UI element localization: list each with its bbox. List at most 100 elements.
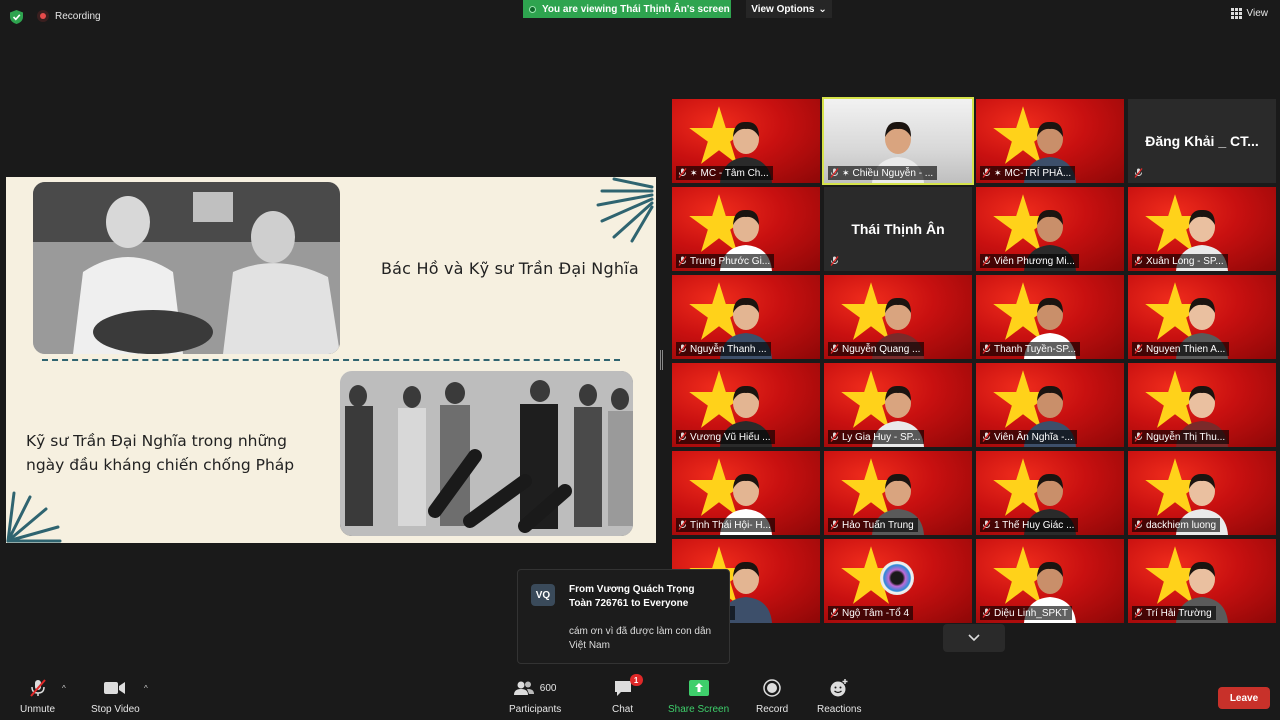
microphone-muted-icon bbox=[678, 256, 687, 266]
smiley-plus-icon bbox=[830, 679, 848, 697]
photo-engineer-early-resistance bbox=[340, 371, 633, 536]
share-screen-label: Share Screen bbox=[668, 704, 730, 715]
video-options-caret-icon[interactable]: ^ bbox=[144, 684, 148, 693]
leave-button[interactable]: Leave bbox=[1218, 687, 1270, 709]
meeting-toolbar: Unmute ^ Stop Video ^ 600 Participants 1… bbox=[0, 670, 1280, 720]
microphone-muted-icon bbox=[29, 679, 46, 697]
stop-video-button[interactable]: Stop Video bbox=[91, 678, 140, 715]
microphone-muted-icon bbox=[830, 256, 839, 266]
participant-name-label bbox=[828, 254, 846, 268]
participant-name: Hảo Tuấn Trung bbox=[842, 519, 914, 531]
participant-tile[interactable]: Ly Gia Huy - SP... bbox=[824, 363, 972, 447]
microphone-muted-icon bbox=[678, 520, 687, 530]
participant-name: 1 Thế Huy Giác ... bbox=[994, 519, 1075, 531]
microphone-muted-icon bbox=[982, 520, 991, 530]
participant-tile[interactable]: Nguyễn Thị Thu... bbox=[1128, 363, 1276, 447]
view-button[interactable]: View bbox=[1230, 8, 1268, 19]
participant-tile[interactable]: Nguyễn Thanh ... bbox=[672, 275, 820, 359]
top-bar: Recording You are viewing Thái Thịnh Ân'… bbox=[0, 0, 1280, 34]
participant-tile[interactable]: Trung Phước Gi... bbox=[672, 187, 820, 271]
recording-icon bbox=[37, 10, 49, 22]
participant-name-label: dackhiem luong bbox=[1132, 518, 1221, 532]
microphone-muted-icon bbox=[678, 344, 687, 354]
chat-button[interactable]: 1 Chat bbox=[612, 674, 643, 715]
participant-name-label: 1 Thế Huy Giác ... bbox=[980, 518, 1079, 532]
participant-tile[interactable]: Diệu Linh_SPKT bbox=[976, 539, 1124, 623]
participant-tile[interactable]: Trí Hải Trường bbox=[1128, 539, 1276, 623]
microphone-muted-icon bbox=[678, 432, 687, 442]
pin-icon: ✶ bbox=[842, 167, 850, 178]
participant-tile[interactable]: ✶ MC-TRÍ PHẢ... bbox=[976, 99, 1124, 183]
chat-unread-badge: 1 bbox=[629, 674, 643, 686]
participant-name-label: Diệu Linh_SPKT bbox=[980, 606, 1072, 620]
participant-tile[interactable]: Tịnh Thái Hội- H... bbox=[672, 451, 820, 535]
participant-name: Viên Phương Mi... bbox=[994, 255, 1075, 267]
stop-video-label: Stop Video bbox=[91, 704, 140, 715]
participant-tile[interactable]: Viên Phương Mi... bbox=[976, 187, 1124, 271]
view-options-label: View Options bbox=[751, 3, 815, 15]
microphone-muted-icon bbox=[982, 432, 991, 442]
participant-name-label: Nguyễn Thị Thu... bbox=[1132, 430, 1230, 444]
participant-name-label: Nguyễn Thanh ... bbox=[676, 342, 771, 356]
microphone-muted-icon bbox=[830, 168, 839, 178]
audio-options-caret-icon[interactable]: ^ bbox=[62, 684, 66, 693]
microphone-muted-icon bbox=[1134, 608, 1143, 618]
participant-name: Tịnh Thái Hội- H... bbox=[690, 519, 771, 531]
microphone-muted-icon bbox=[830, 344, 839, 354]
chat-label: Chat bbox=[612, 704, 634, 715]
caption-bottom-line2: ngày đầu kháng chiến chống Pháp bbox=[26, 456, 295, 474]
split-resize-handle[interactable] bbox=[660, 350, 663, 370]
participants-icon bbox=[513, 681, 534, 695]
participant-tile[interactable]: dackhiem luong bbox=[1128, 451, 1276, 535]
participant-name: Chiều Nguyễn - ... bbox=[852, 167, 934, 179]
participant-tile[interactable]: Vương Vũ Hiếu ... bbox=[672, 363, 820, 447]
participant-gallery: ✶ MC - Tâm Ch... ✶ Chiều Nguyễn - ... ✶ MC-TR… bbox=[672, 97, 1276, 623]
record-label: Record bbox=[756, 704, 789, 715]
participant-tile[interactable]: Thanh Tuyền-SP... bbox=[976, 275, 1124, 359]
participant-name-label: ✶ Chiều Nguyễn - ... bbox=[828, 166, 938, 180]
participant-name-label: Trung Phước Gi... bbox=[676, 254, 775, 268]
microphone-muted-icon bbox=[982, 256, 991, 266]
security-shield-icon[interactable] bbox=[10, 10, 23, 24]
leaf-decoration-top-icon bbox=[596, 177, 654, 243]
zoom-window: Recording You are viewing Thái Thịnh Ân'… bbox=[0, 0, 1280, 720]
participant-tile[interactable]: Hảo Tuấn Trung bbox=[824, 451, 972, 535]
participant-tile[interactable]: ✶ MC - Tâm Ch... bbox=[672, 99, 820, 183]
participant-name-label: ✶ MC-TRÍ PHẢ... bbox=[980, 166, 1076, 180]
microphone-muted-icon bbox=[678, 168, 687, 178]
microphone-muted-icon bbox=[830, 432, 839, 442]
participant-name: Nguyen Thien A... bbox=[1146, 343, 1226, 355]
gallery-scroll-down-button[interactable] bbox=[943, 624, 1005, 652]
chat-sender: From Vương Quách Trọng Toàn 726761 to Ev… bbox=[569, 584, 695, 609]
microphone-muted-icon bbox=[1134, 168, 1143, 178]
unmute-button[interactable]: Unmute bbox=[20, 678, 55, 715]
reactions-button[interactable]: Reactions bbox=[817, 678, 861, 715]
participants-button[interactable]: 600 Participants bbox=[509, 678, 561, 715]
participant-tile[interactable]: Thái Thịnh Ân bbox=[824, 187, 972, 271]
recording-indicator[interactable]: Recording bbox=[37, 10, 101, 22]
participant-tile[interactable]: ✶ Chiều Nguyễn - ... bbox=[822, 97, 974, 185]
avatar: VQ bbox=[531, 584, 555, 606]
microphone-muted-icon bbox=[830, 608, 839, 618]
participant-name: Viên Ân Nghĩa -... bbox=[994, 431, 1073, 443]
caption-bottom-line1: Kỹ sư Trần Đại Nghĩa trong những bbox=[26, 432, 287, 450]
participant-tile[interactable]: Nguyen Thien A... bbox=[1128, 275, 1276, 359]
participants-count: 600 bbox=[539, 682, 557, 694]
share-screen-button[interactable]: Share Screen bbox=[668, 678, 729, 715]
photo-bac-ho-and-engineer bbox=[33, 182, 340, 354]
participant-tile[interactable]: Viên Ân Nghĩa -... bbox=[976, 363, 1124, 447]
participant-tile[interactable]: Đăng Khải _ CT... bbox=[1128, 99, 1276, 183]
unmute-label: Unmute bbox=[20, 704, 56, 715]
participant-tile[interactable]: Ngộ Tâm -Tổ 4 bbox=[824, 539, 972, 623]
participant-name: Trung Phước Gi... bbox=[690, 255, 771, 267]
participant-name-label: Trí Hải Trường bbox=[1132, 606, 1216, 620]
view-options-button[interactable]: View Options ⌄ bbox=[746, 0, 832, 18]
participant-tile[interactable]: Xuân Long - SP... bbox=[1128, 187, 1276, 271]
chat-notification-popup[interactable]: VQ From Vương Quách Trọng Toàn 726761 to… bbox=[517, 569, 730, 664]
record-button[interactable]: Record bbox=[756, 678, 788, 715]
pin-icon: ✶ bbox=[690, 167, 698, 178]
participant-tile[interactable]: Nguyễn Quang ... bbox=[824, 275, 972, 359]
participant-name: Ngộ Tâm -Tổ 4 bbox=[842, 607, 910, 619]
pin-icon: ✶ bbox=[994, 167, 1002, 178]
participant-tile[interactable]: 1 Thế Huy Giác ... bbox=[976, 451, 1124, 535]
